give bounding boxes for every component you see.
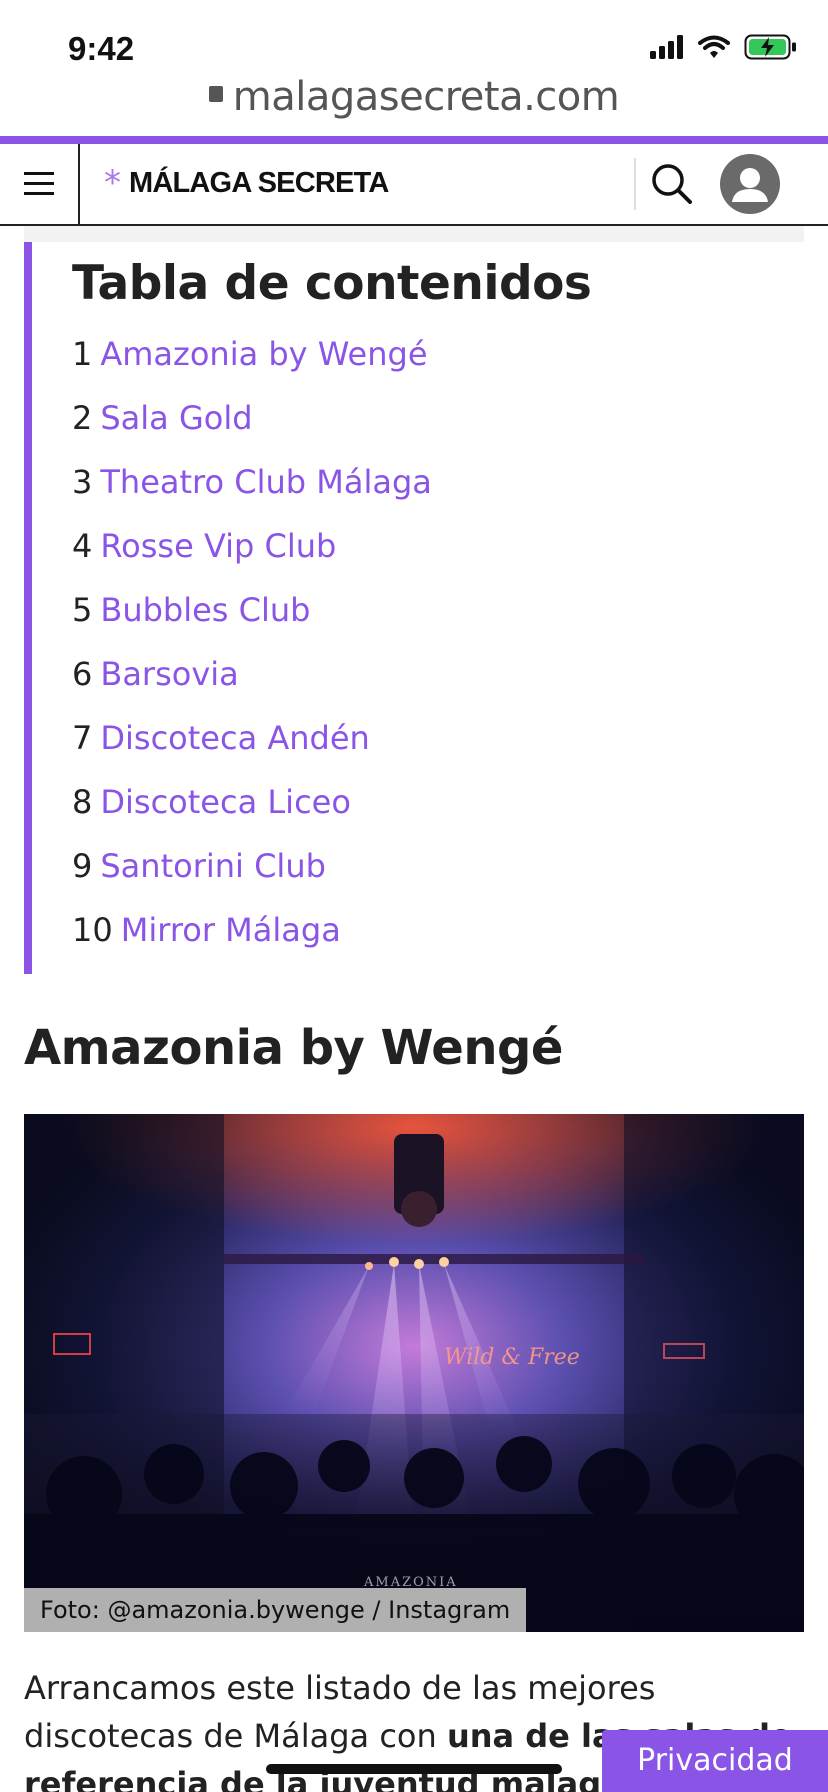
site-logo[interactable]: * MÁLAGA SECRETA [104,163,389,203]
search-icon [652,164,692,204]
toc-link-theatro-club[interactable]: Theatro Club Málaga [100,463,432,501]
toc-item-number: 3 [72,463,93,501]
toc-item-number: 8 [72,783,93,821]
table-of-contents: Tabla de contenidos 1 Amazonia by Wengé 2… [24,242,804,974]
logo-text: MÁLAGA SECRETA [129,166,389,199]
photo-caption: Foto: @amazonia.bywenge / Instagram [24,1588,527,1632]
header-divider [634,158,636,210]
toc-item-number: 9 [72,847,93,885]
signal-icon [650,35,683,59]
site-header: * MÁLAGA SECRETA [0,144,828,226]
lock-icon [208,86,223,102]
neon-sign-text: Wild & Free [444,1345,580,1370]
battery-charging-icon [744,34,796,60]
toc-item: 8 Discoteca Liceo [72,782,432,846]
toc-item: 5 Bubbles Club [72,590,432,654]
toc-top-strip [24,226,804,242]
hamburger-menu-icon [24,172,54,195]
section-heading: Amazonia by Wengé [24,1020,563,1076]
toc-link-discoteca-liceo[interactable]: Discoteca Liceo [100,783,351,821]
toc-link-discoteca-anden[interactable]: Discoteca Andén [100,719,369,757]
toc-link-amazonia[interactable]: Amazonia by Wengé [100,335,427,373]
toc-link-santorini-club[interactable]: Santorini Club [100,847,326,885]
toc-link-barsovia[interactable]: Barsovia [100,655,238,693]
user-avatar[interactable] [720,154,780,214]
toc-item-number: 10 [72,911,113,949]
toc-item-number: 4 [72,527,93,565]
search-button[interactable] [646,158,698,210]
toc-link-bubbles-club[interactable]: Bubbles Club [100,591,310,629]
toc-link-mirror-malaga[interactable]: Mirror Málaga [121,911,341,949]
menu-button[interactable] [0,144,80,224]
toc-link-rosse-vip[interactable]: Rosse Vip Club [100,527,336,565]
toc-item: 2 Sala Gold [72,398,432,462]
toc-item: 9 Santorini Club [72,846,432,910]
toc-title: Tabla de contenidos [72,256,592,311]
privacy-button[interactable]: Privacidad [602,1730,828,1792]
toc-item: 7 Discoteca Andén [72,718,432,782]
toc-link-sala-gold[interactable]: Sala Gold [100,399,252,437]
toc-item: 1 Amazonia by Wengé [72,334,432,398]
article-photo: Wild & Free AMAZONIA Foto: @amazonia.byw… [24,1114,804,1632]
toc-item: 6 Barsovia [72,654,432,718]
toc-item-number: 5 [72,591,93,629]
toc-item: 4 Rosse Vip Club [72,526,432,590]
status-time: 9:42 [68,30,135,67]
status-icons [650,34,798,60]
toc-list: 1 Amazonia by Wengé 2 Sala Gold 3 Theatro C… [72,334,432,974]
wifi-icon [698,35,730,58]
toc-item: 3 Theatro Club Málaga [72,462,432,526]
toc-item-number: 7 [72,719,93,757]
toc-item: 10 Mirror Málaga [72,910,432,974]
toc-item-number: 2 [72,399,93,437]
browser-url-bar[interactable]: malagasecreta.com [0,78,828,136]
home-indicator[interactable] [266,1764,562,1774]
status-bar: 9:42 [0,0,828,86]
url-text: malagasecreta.com [232,78,620,120]
user-avatar-icon [732,168,768,202]
toc-item-number: 1 [72,335,93,373]
header-accent-line [0,136,828,144]
logo-star-icon: * [104,163,121,203]
nightclub-photo-illustration: Wild & Free AMAZONIA [24,1114,804,1632]
toc-item-number: 6 [72,655,93,693]
